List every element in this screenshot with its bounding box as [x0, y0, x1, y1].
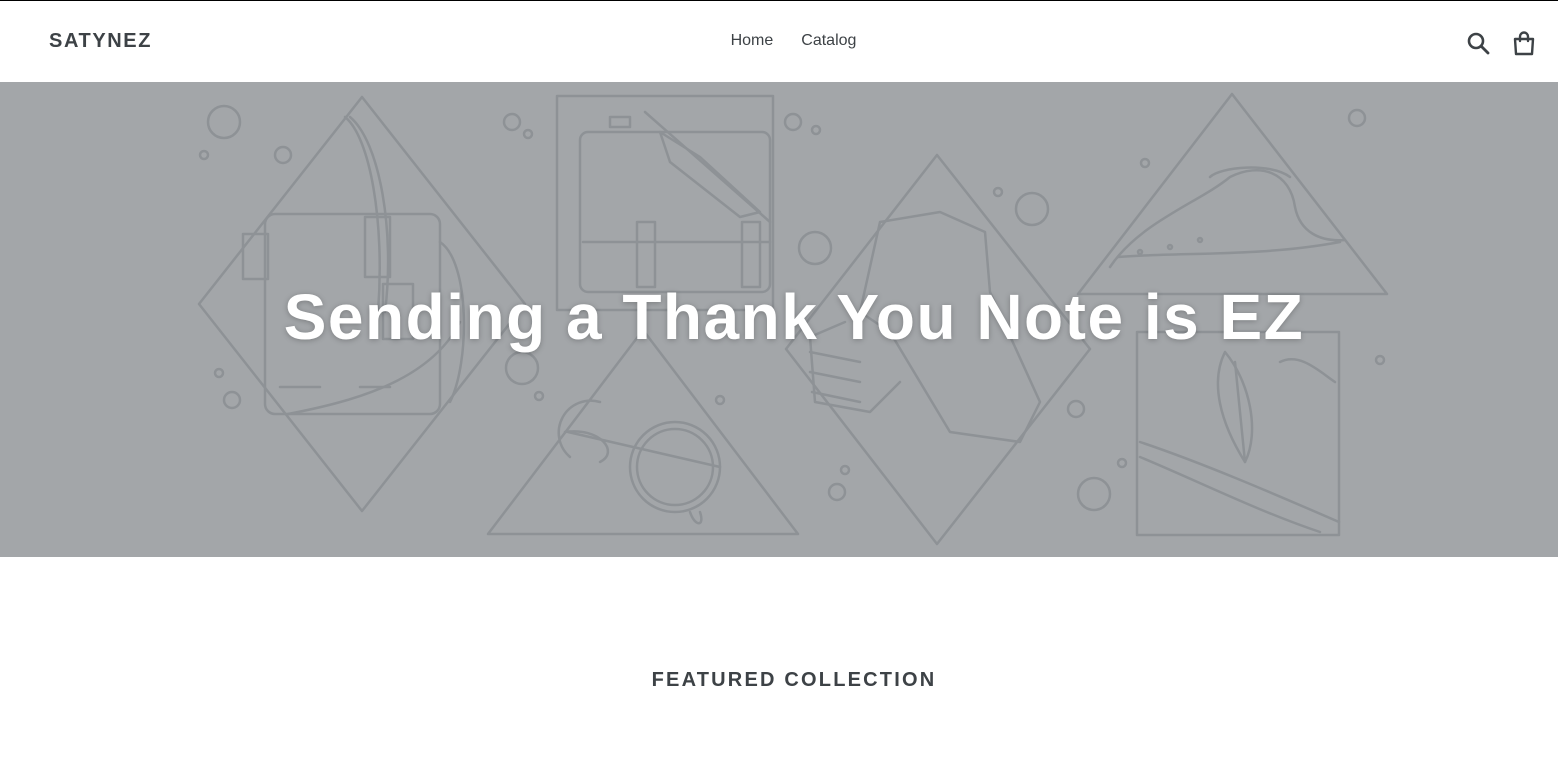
nav-link-home[interactable]: Home — [728, 30, 777, 52]
cart-icon — [1513, 31, 1535, 56]
main-nav: Home Catalog — [0, 30, 1558, 52]
site-header: SATYNEZ Home Catalog — [0, 1, 1558, 82]
featured-collection-heading: FEATURED COLLECTION — [651, 669, 937, 691]
search-icon — [1467, 32, 1490, 55]
sunglasses-illustration — [486, 328, 800, 536]
brogue-shoe-illustration — [1076, 92, 1389, 296]
hero-title: Sending a Thank You Note is EZ — [283, 281, 1305, 353]
search-button[interactable] — [1463, 28, 1493, 58]
hero-banner: Sending a Thank You Note is EZ — [0, 82, 1558, 557]
cart-button[interactable] — [1509, 28, 1539, 58]
nav-link-catalog[interactable]: Catalog — [798, 30, 859, 52]
feather-hat-illustration — [1135, 330, 1341, 537]
